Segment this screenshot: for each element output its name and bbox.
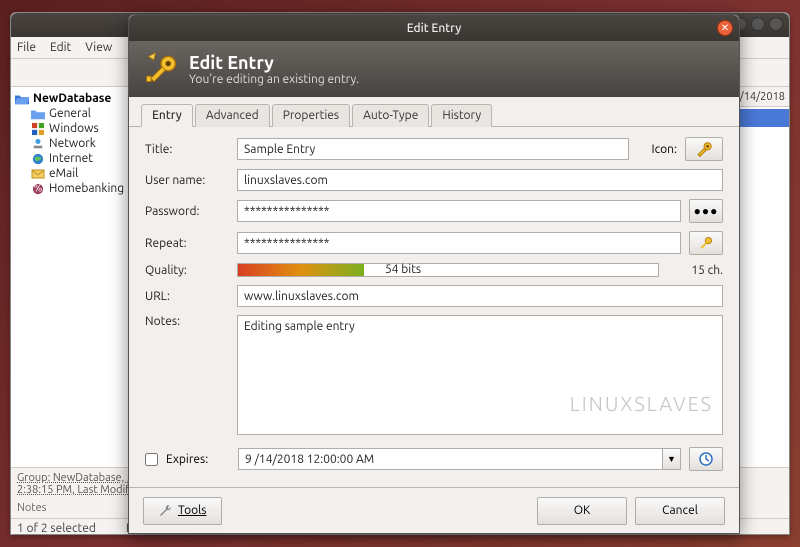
email-icon — [31, 168, 45, 180]
tab-autotype[interactable]: Auto-Type — [352, 104, 429, 127]
url-label: URL: — [145, 290, 229, 303]
username-label: User name: — [145, 174, 229, 187]
tab-advanced[interactable]: Advanced — [195, 104, 270, 127]
generate-password-button[interactable] — [689, 231, 723, 255]
quality-meter: 54 bits — [237, 263, 659, 277]
group-tree[interactable]: NewDatabase General Windows Network Inte… — [11, 87, 147, 467]
dialog-header: Edit Entry You're editing an existing en… — [129, 41, 739, 97]
repeat-input[interactable] — [237, 232, 681, 254]
password-input[interactable] — [237, 200, 681, 222]
title-label: Title: — [145, 143, 229, 156]
tree-root[interactable]: NewDatabase — [13, 91, 144, 106]
username-input[interactable] — [237, 169, 723, 191]
icon-label: Icon: — [637, 143, 677, 156]
menu-file[interactable]: File — [17, 41, 36, 54]
clock-icon — [699, 452, 713, 466]
expires-label: Expires: — [166, 453, 230, 466]
key-icon — [143, 51, 179, 87]
dialog-title: Edit Entry — [407, 22, 462, 35]
maximize-icon[interactable] — [751, 17, 765, 31]
url-input[interactable] — [237, 285, 723, 307]
header-subtitle: You're editing an existing entry. — [189, 73, 359, 86]
chevron-down-icon[interactable]: ▼ — [663, 448, 681, 470]
dialog-titlebar[interactable]: Edit Entry ✕ — [129, 15, 739, 41]
ok-button[interactable]: OK — [537, 497, 627, 525]
quality-label: Quality: — [145, 264, 229, 277]
notes-textarea[interactable] — [237, 315, 723, 435]
icon-picker-button[interactable] — [685, 137, 723, 161]
menu-edit[interactable]: Edit — [50, 41, 71, 54]
tab-history[interactable]: History — [431, 104, 492, 127]
notes-label: Notes: — [145, 315, 229, 435]
close-icon[interactable]: ✕ — [717, 20, 733, 36]
list-col-date: /14/2018 — [740, 91, 785, 103]
dialog-tabs: Entry Advanced Properties Auto-Type Hist… — [129, 97, 739, 127]
key-icon — [695, 140, 713, 158]
windows-icon — [31, 123, 45, 135]
cancel-button[interactable]: Cancel — [635, 497, 725, 525]
header-title: Edit Entry — [189, 53, 359, 73]
tree-item-general[interactable]: General — [13, 106, 144, 121]
globe-icon — [31, 153, 45, 165]
repeat-label: Repeat: — [145, 237, 229, 250]
close-icon[interactable] — [769, 17, 783, 31]
expires-preset-button[interactable] — [689, 447, 723, 471]
tree-item-network[interactable]: Network — [13, 136, 144, 151]
wrench-icon — [158, 504, 172, 518]
status-count: 1 of 2 selected — [17, 522, 96, 535]
password-label: Password: — [145, 205, 229, 218]
dialog-footer: Tools OK Cancel — [129, 487, 739, 533]
edit-entry-dialog: Edit Entry ✕ Edit Entry You're editing a… — [128, 14, 740, 534]
tab-properties[interactable]: Properties — [272, 104, 350, 127]
quality-chars: 15 ch. — [667, 264, 723, 277]
tree-item-email[interactable]: eMail — [13, 166, 144, 181]
network-icon — [31, 138, 45, 150]
tree-item-internet[interactable]: Internet — [13, 151, 144, 166]
tree-item-homebanking[interactable]: % Homebanking — [13, 181, 144, 196]
dialog-content: Title: Icon: User name: Password: ●●● Re… — [129, 127, 739, 487]
reveal-password-button[interactable]: ●●● — [689, 199, 723, 223]
folder-open-icon — [15, 93, 29, 105]
banking-icon: % — [31, 183, 45, 195]
svg-text:%: % — [34, 183, 43, 194]
quality-bits: 54 bits — [385, 263, 421, 276]
title-input[interactable] — [237, 138, 629, 160]
expires-checkbox[interactable] — [145, 453, 158, 466]
tab-entry[interactable]: Entry — [141, 104, 193, 127]
tree-item-windows[interactable]: Windows — [13, 121, 144, 136]
tools-button[interactable]: Tools — [143, 497, 222, 525]
folder-icon — [31, 108, 45, 120]
menu-view[interactable]: View — [85, 41, 112, 54]
key-gen-icon — [698, 235, 714, 251]
expires-date-input[interactable] — [238, 448, 663, 470]
